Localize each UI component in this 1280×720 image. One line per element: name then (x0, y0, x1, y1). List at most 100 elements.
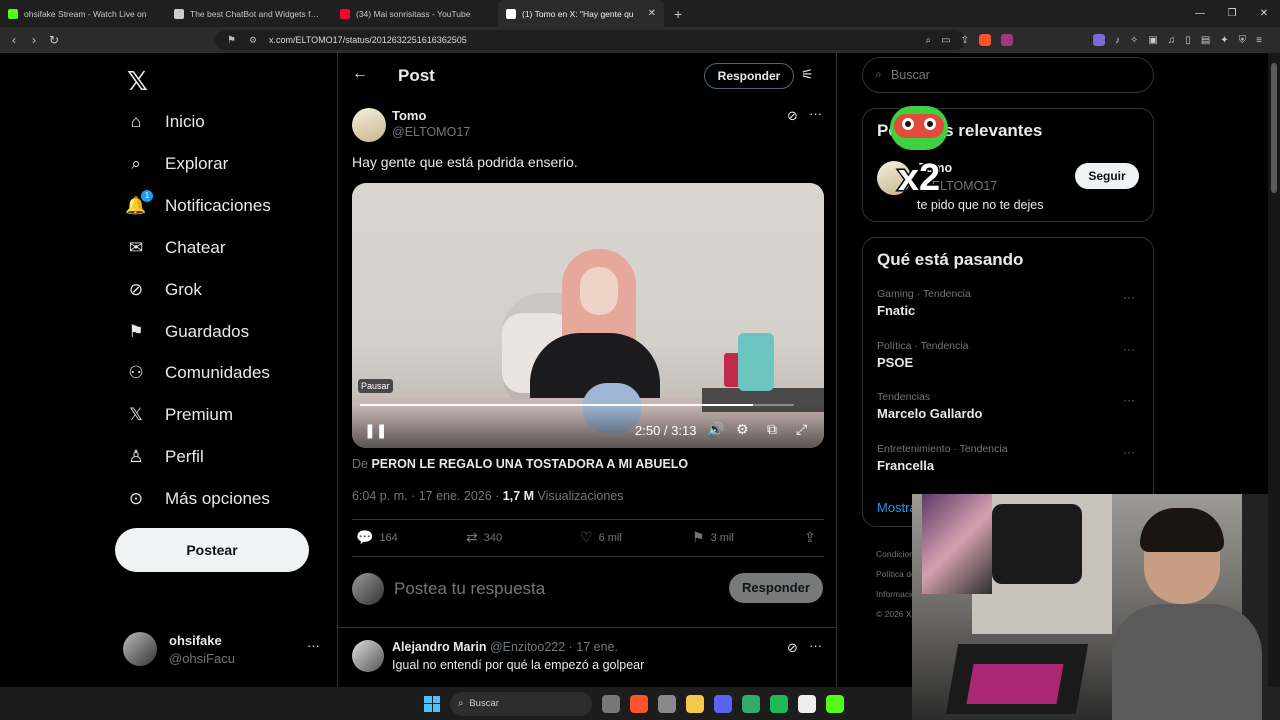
more-icon[interactable]: ··· (1123, 342, 1135, 356)
nav-item-explorar[interactable]: ⌕ Explorar (125, 144, 228, 184)
avatar[interactable] (352, 108, 386, 142)
author-handle[interactable]: @ELTOMO17 (392, 125, 470, 139)
task-view-icon[interactable] (602, 694, 620, 713)
taskbar-search[interactable]: ⌕ Buscar (450, 691, 592, 716)
browser-tab-active[interactable]: (1) Tomo en X: "Hay gente qu ✕ (498, 0, 664, 27)
grok-icon[interactable]: ⊘ (787, 108, 798, 124)
settings-icon[interactable]: ⚙ (736, 421, 749, 438)
app-icon[interactable] (658, 694, 676, 713)
repost-count: 340 (483, 531, 503, 544)
back-icon[interactable]: ‹ (4, 33, 24, 47)
browser-tab[interactable]: ohsifake Stream - Watch Live on (0, 0, 166, 27)
follow-button[interactable]: Seguir (1075, 163, 1139, 189)
timestamp[interactable]: 6:04 p. m. · 17 ene. 2026 · (352, 489, 503, 503)
file-explorer-icon[interactable] (686, 694, 704, 713)
avatar[interactable] (352, 640, 384, 672)
menu-icon[interactable]: ≡ (1256, 35, 1262, 46)
reply-submit-button[interactable]: Responder (729, 573, 823, 603)
more-icon[interactable]: ··· (809, 638, 822, 653)
windows-start-icon[interactable] (424, 695, 440, 712)
volume-icon[interactable]: 🔊 (707, 421, 724, 438)
address-bar[interactable]: ⚑ ⚙ x.com/ELTOMO17/status/20126322516163… (215, 30, 965, 50)
more-icon[interactable]: ··· (1123, 445, 1135, 459)
nav-item-comunidades[interactable]: ⚇ Comunidades (125, 353, 270, 393)
video-tooltip: Pausar (358, 379, 393, 393)
forward-icon[interactable]: › (24, 33, 44, 47)
more-icon[interactable]: ··· (809, 106, 822, 121)
kick-icon[interactable] (826, 694, 844, 713)
extension-icon[interactable] (1092, 34, 1105, 46)
author-name[interactable]: Tomo (392, 108, 426, 123)
more-icon[interactable]: ··· (1123, 290, 1135, 304)
nav-item-chatear[interactable]: ✉ Chatear (125, 228, 226, 268)
trend-item[interactable]: Política · Tendencia PSOE ··· (877, 340, 1143, 370)
source-title[interactable]: PERON LE REGALO UNA TOSTADORA A MI ABUEL… (371, 457, 688, 471)
nav-item-inicio[interactable]: ⌂ Inicio (125, 102, 205, 142)
page-scrollbar[interactable] (1268, 53, 1280, 687)
close-window-icon[interactable]: ✕ (1248, 0, 1280, 27)
vpn-icon[interactable]: ⛨ (1239, 35, 1247, 46)
nav-item-premium[interactable]: 𝕏 Premium (125, 395, 233, 435)
spotify-icon[interactable] (770, 694, 788, 713)
sidebar-icon[interactable]: ▯ (1185, 35, 1191, 46)
share-icon[interactable]: ⇪ (961, 35, 969, 46)
reload-icon[interactable]: ↻ (44, 33, 64, 47)
site-info-icon[interactable]: ⚙ (249, 35, 257, 46)
pause-icon[interactable]: ❚❚ (364, 422, 387, 439)
app-icon[interactable] (742, 694, 760, 713)
wallet-icon[interactable]: ▤ (1201, 35, 1210, 46)
discord-icon[interactable] (714, 694, 732, 713)
back-arrow-icon[interactable]: ← (352, 65, 368, 83)
brave-shield-icon[interactable] (978, 34, 991, 46)
bookmark-action[interactable]: ⚑ 3 mil (692, 529, 734, 546)
fullscreen-icon[interactable]: ⤢ (796, 421, 807, 438)
rewards-icon[interactable] (1000, 34, 1013, 46)
reply-input[interactable]: Postea tu respuesta (394, 579, 545, 599)
trend-item[interactable]: Entretenimiento · Tendencia Francella ··· (877, 443, 1143, 473)
cast-icon[interactable]: ▭ (941, 35, 950, 46)
comment-text: Igual no entendí por qué la empezó a gol… (392, 658, 645, 672)
zoom-icon[interactable]: ⌕ (926, 35, 932, 46)
audio-icon[interactable]: ♪ (1115, 35, 1120, 46)
trend-item[interactable]: Tendencias Marcelo Gallardo ··· (877, 391, 1143, 421)
share-action[interactable]: ⇪ (804, 529, 816, 546)
like-action[interactable]: ♡ 6 mil (580, 529, 622, 546)
reply-header-button[interactable]: Responder (704, 63, 794, 89)
browser-tab[interactable]: (34) Mai sonrisitass - YouTube (332, 0, 498, 27)
leo-icon[interactable]: ✦ (1220, 35, 1228, 46)
close-tab-icon[interactable]: ✕ (648, 8, 656, 19)
account-switcher[interactable]: ohsifake @ohsiFacu ··· (123, 632, 323, 672)
repost-action[interactable]: ⇄ 340 (466, 529, 502, 546)
nav-item-notificaciones[interactable]: 🔔 1 Notificaciones (125, 186, 271, 226)
nav-item-más-opciones[interactable]: ⊙ Más opciones (125, 479, 270, 519)
comment-author[interactable]: Alejandro Marin (392, 640, 486, 654)
video-progress-bar[interactable] (360, 404, 794, 406)
tab-icon[interactable]: ▣ (1148, 35, 1157, 46)
reply-action[interactable]: 💬 164 (356, 529, 398, 546)
restore-icon[interactable]: ❐ (1216, 0, 1248, 27)
video-source[interactable]: De PERON LE REGALO UNA TOSTADORA A MI AB… (352, 457, 688, 471)
more-icon[interactable]: ··· (307, 638, 320, 653)
media-icon[interactable]: ♫ (1168, 35, 1176, 46)
x-logo-icon[interactable]: 𝕏 (127, 66, 148, 97)
search-input[interactable]: ⌕ Buscar (862, 57, 1154, 93)
grok-icon[interactable]: ⊘ (787, 640, 798, 656)
nav-item-grok[interactable]: ⊘ Grok (125, 270, 202, 310)
more-icon[interactable]: ··· (1123, 393, 1135, 407)
puzzle-icon[interactable]: ✧ (1130, 35, 1138, 46)
nav-item-perfil[interactable]: ♙ Perfil (125, 437, 203, 477)
browser-tab[interactable]: The best ChatBot and Widgets for Ki (166, 0, 332, 27)
trend-item[interactable]: Gaming · Tendencia Fnatic ··· (877, 288, 1143, 318)
tune-icon[interactable]: ⚟ (801, 66, 814, 83)
post-button[interactable]: Postear (115, 528, 309, 572)
pip-icon[interactable]: ⧉ (767, 421, 777, 438)
minimize-icon[interactable]: — (1184, 0, 1216, 27)
scrollbar-thumb[interactable] (1271, 63, 1277, 193)
new-tab-button[interactable]: + (664, 6, 692, 22)
brave-icon[interactable] (630, 694, 648, 713)
webcam-frame (922, 494, 992, 594)
video-player[interactable]: Pausar ❚❚ 2:50 / 3:13 🔊 ⚙ ⧉ ⤢ (352, 183, 824, 448)
nav-item-guardados[interactable]: ⚑ Guardados (125, 312, 249, 352)
app-icon[interactable] (798, 694, 816, 713)
bookmark-page-icon[interactable]: ⚑ (227, 35, 236, 46)
